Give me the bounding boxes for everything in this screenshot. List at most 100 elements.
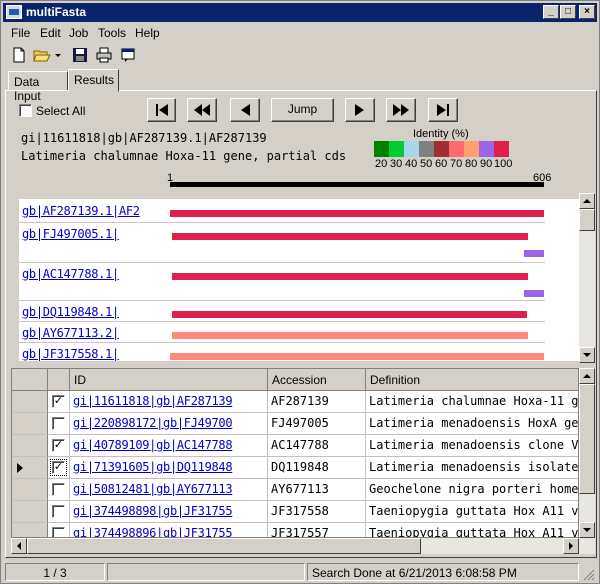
grid-hscrollbar[interactable] xyxy=(11,538,595,554)
grid-scroll-right-button[interactable] xyxy=(563,538,579,554)
row-checkbox[interactable]: ✓ xyxy=(50,459,67,476)
record-id-link[interactable]: gi|40789109|gb|AC147788 xyxy=(73,438,233,452)
alignment-row-divider xyxy=(19,300,545,301)
row-checkbox[interactable] xyxy=(52,483,65,496)
arrow-right-icon xyxy=(569,542,573,550)
minimize-button[interactable]: _ xyxy=(543,5,559,19)
new-file-icon[interactable] xyxy=(10,46,28,64)
row-indicator[interactable] xyxy=(12,523,48,537)
rewind-button[interactable] xyxy=(187,98,217,122)
current-row-arrow-icon xyxy=(17,463,23,473)
tab-strip: Data Input Results xyxy=(1,69,600,103)
scroll-thumb[interactable] xyxy=(579,209,595,231)
alignment-bar xyxy=(172,311,527,318)
alignment-link[interactable]: gb|DQ119848.1| xyxy=(22,305,119,319)
grid-scroll-left-button[interactable] xyxy=(11,538,27,554)
record-id-link[interactable]: gi|220898172|gb|FJ49700 xyxy=(73,416,233,430)
grid-scroll-up-button[interactable] xyxy=(579,368,595,384)
grid-header-id[interactable]: ID xyxy=(70,369,268,391)
arrow-down-icon xyxy=(583,528,591,532)
grid-hscroll-thumb[interactable] xyxy=(27,538,421,554)
id-cell: gi|40789109|gb|AC147788 xyxy=(70,435,268,457)
menu-bar: File Edit Job Tools Help xyxy=(3,23,597,42)
menu-edit[interactable]: Edit xyxy=(40,26,61,40)
grid-check-header xyxy=(48,369,70,391)
record-id-link[interactable]: gi|374498896|gb|JF31755 xyxy=(73,526,233,537)
record-id-link[interactable]: gi|374498898|gb|JF31755 xyxy=(73,504,233,518)
alignment-link[interactable]: gb|JF317558.1| xyxy=(22,347,119,361)
grid-vscrollbar[interactable] xyxy=(579,368,595,538)
alignment-row-divider xyxy=(19,342,545,343)
menu-job[interactable]: Job xyxy=(69,26,88,40)
row-indicator[interactable] xyxy=(12,457,48,479)
alignment-link[interactable]: gb|AC147788.1| xyxy=(22,267,119,281)
window-icon[interactable] xyxy=(119,46,137,64)
table-row[interactable]: gi|50812481|gb|AY677113 AY677113 Geochelon… xyxy=(12,479,578,501)
table-row[interactable]: gi|220898172|gb|FJ49700 FJ497005 Latimeria… xyxy=(12,413,578,435)
print-icon[interactable] xyxy=(95,46,113,64)
alignment-link[interactable]: gb|AF287139.1|AF2 xyxy=(22,204,140,218)
jump-button[interactable]: Jump xyxy=(271,98,334,122)
alignment-area: gb|AF287139.1|AF2 gb|FJ497005.1| gb|AC1477… xyxy=(19,199,579,361)
identity-swatch-80 xyxy=(464,141,479,157)
table-row[interactable]: ✓ gi|11611818|gb|AF287139 AF287139 Latimeri… xyxy=(12,391,578,413)
id-cell: gi|374498896|gb|JF31755 xyxy=(70,523,268,537)
table-row[interactable]: ✓ gi|40789109|gb|AC147788 AC147788 Latimeri… xyxy=(12,435,578,457)
accession-cell: AF287139 xyxy=(268,391,366,413)
grid-scroll-down-button[interactable] xyxy=(579,522,595,538)
row-indicator[interactable] xyxy=(12,435,48,457)
maximize-button[interactable]: □ xyxy=(560,5,576,19)
row-checkbox-cell: ✓ xyxy=(48,391,70,413)
row-checkbox[interactable] xyxy=(52,505,65,518)
grid-header-definition[interactable]: Definition xyxy=(366,369,578,391)
menu-file[interactable]: File xyxy=(11,26,30,40)
row-indicator[interactable] xyxy=(12,501,48,523)
menu-tools[interactable]: Tools xyxy=(98,26,126,40)
grid-header-accession[interactable]: Accession xyxy=(268,369,366,391)
table-row[interactable]: gi|374498898|gb|JF31755 JF317558 Taeniopyg… xyxy=(12,501,578,523)
dropdown-arrow-icon[interactable] xyxy=(53,46,63,64)
previous-button[interactable] xyxy=(230,98,260,122)
accession-cell: FJ497005 xyxy=(268,413,366,435)
table-row[interactable]: gi|374498896|gb|JF31755 JF317557 Taeniopyg… xyxy=(12,523,578,537)
scroll-down-button[interactable] xyxy=(579,347,595,363)
row-indicator[interactable] xyxy=(12,479,48,501)
first-record-button[interactable] xyxy=(147,98,176,122)
row-checkbox[interactable] xyxy=(52,527,65,537)
row-indicator[interactable] xyxy=(12,391,48,413)
alignment-scrollbar[interactable] xyxy=(579,193,595,363)
definition-cell: Latimeria menadoensis isolate I xyxy=(366,457,578,479)
alignment-link[interactable]: gb|FJ497005.1| xyxy=(22,227,119,241)
record-id-link[interactable]: gi|71391605|gb|DQ119848 xyxy=(73,460,233,474)
last-record-button[interactable] xyxy=(428,98,458,122)
alignment-link[interactable]: gb|AY677113.2| xyxy=(22,326,119,340)
record-id-link[interactable]: gi|50812481|gb|AY677113 xyxy=(73,482,233,496)
identity-label-60: 60 xyxy=(435,158,448,170)
row-checkbox-cell xyxy=(48,413,70,435)
status-page: 1 / 3 xyxy=(5,563,105,581)
table-row[interactable]: ✓ gi|71391605|gb|DQ119848 DQ119848 Latimeri… xyxy=(12,457,578,479)
scroll-up-button[interactable] xyxy=(579,193,595,209)
accession-cell: JF317558 xyxy=(268,501,366,523)
next-button[interactable] xyxy=(345,98,375,122)
save-icon[interactable] xyxy=(71,46,89,64)
fast-forward-button[interactable] xyxy=(386,98,416,122)
row-checkbox[interactable] xyxy=(52,417,65,430)
close-button[interactable]: × xyxy=(579,5,595,19)
row-checkbox[interactable]: ✓ xyxy=(52,395,65,408)
select-all-checkbox[interactable] xyxy=(19,104,32,117)
tab-data-input[interactable]: Data Input xyxy=(8,71,68,103)
resize-grip-icon[interactable] xyxy=(581,567,595,581)
menu-help[interactable]: Help xyxy=(135,26,160,40)
open-folder-icon[interactable] xyxy=(33,46,51,64)
accession-cell: DQ119848 xyxy=(268,457,366,479)
row-indicator[interactable] xyxy=(12,413,48,435)
identity-swatch-100 xyxy=(494,141,509,157)
record-id-link[interactable]: gi|11611818|gb|AF287139 xyxy=(73,394,233,408)
arrow-up-icon xyxy=(583,374,591,378)
arrow-right-icon xyxy=(355,104,364,116)
grid-scroll-thumb[interactable] xyxy=(579,384,595,494)
row-checkbox[interactable]: ✓ xyxy=(52,439,65,452)
tab-results[interactable]: Results xyxy=(68,69,119,92)
accession-cell: AY677113 xyxy=(268,479,366,501)
